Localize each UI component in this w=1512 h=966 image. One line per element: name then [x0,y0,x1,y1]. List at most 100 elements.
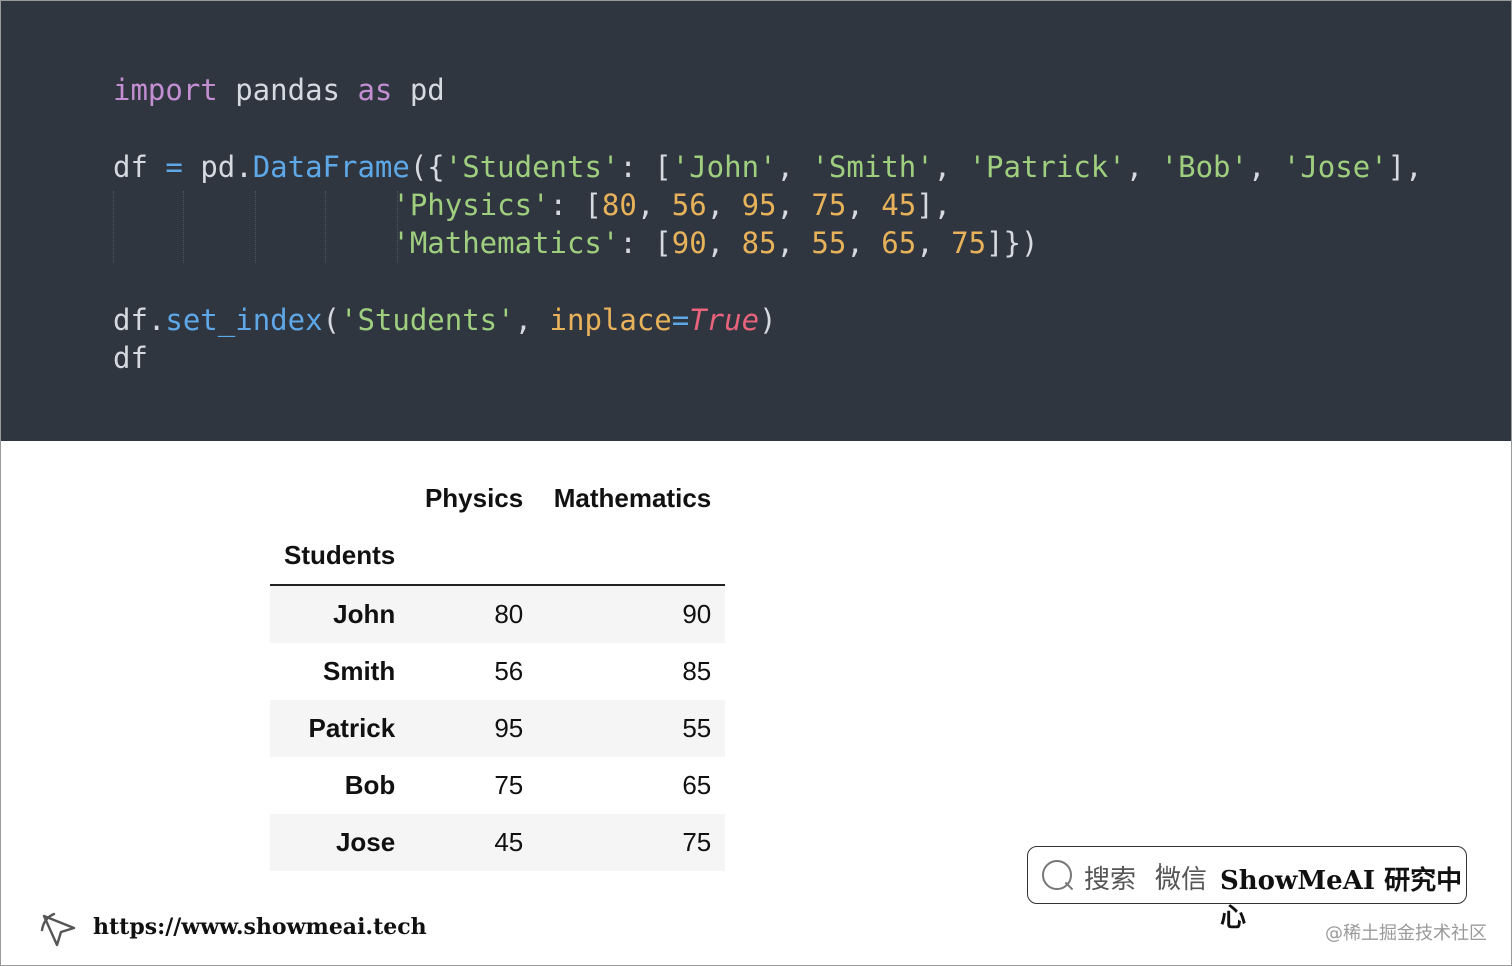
code-line: df.set_index('Students', inplace=True) [113,301,1423,339]
code-token: 65 [881,226,917,261]
code-token: pd. [182,149,253,184]
cell-physics: 56 [494,656,524,686]
code-token: , [1125,149,1161,184]
website-link[interactable]: https://www.showmeai.tech [93,914,427,940]
cell-physics: 45 [494,827,524,857]
code-token: ]}) [986,226,1039,261]
code-token: = [671,302,690,337]
code-token: , [514,302,550,337]
platform-credit: @稀土掘金技术社区 [1325,923,1487,944]
code-token: 55 [811,226,847,261]
code-token: 90 [671,226,707,261]
code-token: ) [759,302,777,337]
table-row: Patrick 95 55 [270,700,726,757]
code-token: 75 [811,187,847,222]
row-index: Patrick [308,713,396,743]
cell-mathematics: 65 [682,770,712,800]
code-token: ({ [409,149,445,184]
code-token: df [113,341,148,376]
code-cell[interactable]: import pandas as pd df = pd.DataFrame({'S… [1,1,1511,441]
code-token: ], [916,187,952,222]
table-row: Bob 75 65 [270,757,725,814]
table-row: John 80 90 [270,585,726,643]
code-token: ( [322,302,340,337]
code-token: , [933,149,969,184]
code-token: = [165,149,183,184]
code-token: pandas [217,73,358,107]
blank-header [537,527,726,586]
cell-mathematics: 90 [682,599,712,629]
code-token: DataFrame [252,149,410,184]
code-token: , [1247,149,1283,184]
code-token: , [916,226,952,261]
code-token: , [636,187,672,222]
code-token: 'Physics' [392,187,550,222]
code-line: import pandas as pd [113,71,1423,109]
code-token: 95 [741,187,777,222]
code-token: inplace [549,302,672,337]
code-token: 75 [951,226,987,261]
row-index: Jose [335,827,396,857]
code-token: set_index [165,302,323,337]
code-token: True [689,302,760,337]
code-token: 'Students' [340,302,515,337]
code-token: , [776,226,812,261]
search-label: 搜索 [1084,865,1137,895]
code-token: 45 [881,187,917,222]
code-token: import [113,73,218,107]
code-token: : [ [619,226,672,261]
code-token: , [846,187,882,222]
row-index: Bob [344,770,396,800]
column-header-physics: Physics [424,483,524,513]
code-token: , [776,187,812,222]
cell-mathematics: 55 [682,713,712,743]
code-token: ], [1387,149,1423,184]
code-line: 'Mathematics': [90, 85, 55, 65, 75]}) [113,224,1423,262]
code-token: 'Bob' [1160,149,1248,184]
table-row: Smith 56 85 [270,643,725,700]
code-token: : [ [549,187,602,222]
code-token: 80 [601,187,637,222]
code-token: as [357,73,393,107]
code-token: 85 [741,226,777,261]
code-token: pd [392,73,445,107]
code-token: , [846,226,882,261]
code-token: 'Mathematics' [392,226,620,261]
code-token: , [706,187,742,222]
cell-mathematics: 85 [682,656,712,686]
cell-physics: 80 [494,599,524,629]
code-line: df [113,339,1423,377]
blank-header [409,527,538,586]
blank-header [270,470,409,527]
code-line: df = pd.DataFrame({'Students': ['John', … [113,148,1423,186]
cursor-arrow-icon [40,912,76,947]
code-token: 'Students' [444,149,620,184]
showmeai-search-badge[interactable]: 搜索 微信 ShowMeAI 研究中心 [1027,846,1467,933]
code-token: df [113,149,166,184]
code-token: , [776,149,812,184]
row-index: John [333,599,396,629]
column-header-row: Physics Mathematics [270,470,725,527]
code-token: 'Patrick' [968,149,1126,184]
code-token: 'Jose' [1282,149,1388,184]
cell-mathematics: 75 [682,827,712,857]
cell-physics: 75 [494,770,524,800]
code-token: 'John' [671,149,777,184]
table-row: Jose 45 75 [270,814,726,871]
code-token: df. [113,302,166,337]
index-header-row: Students [270,527,726,586]
column-header-mathematics: Mathematics [553,483,712,513]
wechat-label: 微信 [1155,865,1208,895]
row-index: Smith [323,656,396,686]
code-line: 'Physics': [80, 56, 95, 75, 45], [113,186,1423,224]
code-block[interactable]: import pandas as pd df = pd.DataFrame({'S… [113,71,1423,377]
code-token: , [706,226,742,261]
code-token: 'Smith' [811,149,934,184]
index-name: Students [270,527,410,586]
code-token: 56 [671,187,707,222]
code-token: : [ [619,149,672,184]
